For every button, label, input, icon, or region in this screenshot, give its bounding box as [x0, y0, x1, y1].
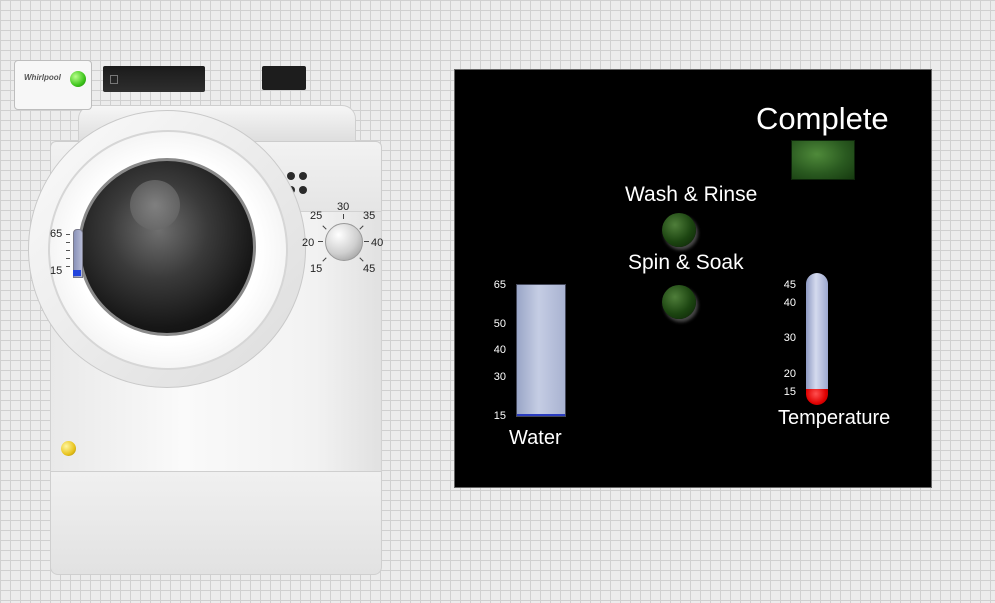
- temperature-scale-label: 15: [783, 386, 796, 398]
- dial-label: 40: [371, 237, 384, 249]
- temperature-scale-label: 20: [783, 368, 796, 380]
- thermometer-tube: [806, 273, 828, 403]
- panel-button[interactable]: [287, 172, 295, 180]
- water-title: Water: [509, 427, 562, 449]
- washer-base: [50, 471, 382, 575]
- display-icon: [110, 75, 118, 84]
- wash-rinse-label: Wash & Rinse: [625, 183, 758, 206]
- dial-label: 25: [310, 210, 323, 222]
- water-tank-fill: [516, 284, 566, 417]
- dial-label: 15: [310, 263, 323, 275]
- power-light-icon[interactable]: [70, 71, 86, 87]
- scale-tick: [66, 234, 70, 235]
- dial-label: 45: [363, 263, 376, 275]
- washer-drum: [130, 180, 180, 230]
- washer-water-scale-label: 15: [50, 265, 63, 277]
- water-scale-label: 65: [493, 279, 506, 291]
- scale-tick: [66, 242, 70, 243]
- brand-logo: Whirlpool: [24, 73, 61, 82]
- spin-soak-led: [662, 285, 696, 319]
- water-scale-label: 15: [493, 410, 506, 422]
- washer-water-gauge-fill: [73, 270, 81, 276]
- washer-small-display: [262, 66, 306, 90]
- dial-label: 30: [337, 201, 350, 213]
- temperature-dial-knob[interactable]: [325, 223, 363, 261]
- complete-indicator: [791, 140, 855, 180]
- washer-water-scale-label: 65: [50, 228, 63, 240]
- dial-label: 20: [302, 237, 315, 249]
- water-scale-label: 40: [493, 344, 506, 356]
- spin-soak-label: Spin & Soak: [628, 251, 744, 274]
- water-tank-bottom: [517, 414, 565, 416]
- wash-rinse-led: [662, 213, 696, 247]
- dial-tick: [364, 241, 369, 242]
- dial-tick: [318, 241, 323, 242]
- temperature-title: Temperature: [778, 407, 891, 429]
- temperature-scale-label: 45: [783, 279, 796, 291]
- dial-tick: [343, 214, 344, 219]
- water-scale-label: 50: [493, 318, 506, 330]
- temperature-scale-label: 40: [783, 297, 796, 309]
- dial-label: 35: [363, 210, 376, 222]
- panel-button[interactable]: [299, 186, 307, 194]
- scale-tick: [66, 266, 70, 267]
- yellow-indicator-light-icon: [61, 441, 76, 456]
- water-scale-label: 30: [493, 371, 506, 383]
- complete-label: Complete: [756, 101, 889, 136]
- temperature-scale-label: 30: [783, 332, 796, 344]
- washer-display: [103, 66, 205, 92]
- scale-tick: [66, 250, 70, 251]
- scale-tick: [66, 258, 70, 259]
- panel-button[interactable]: [299, 172, 307, 180]
